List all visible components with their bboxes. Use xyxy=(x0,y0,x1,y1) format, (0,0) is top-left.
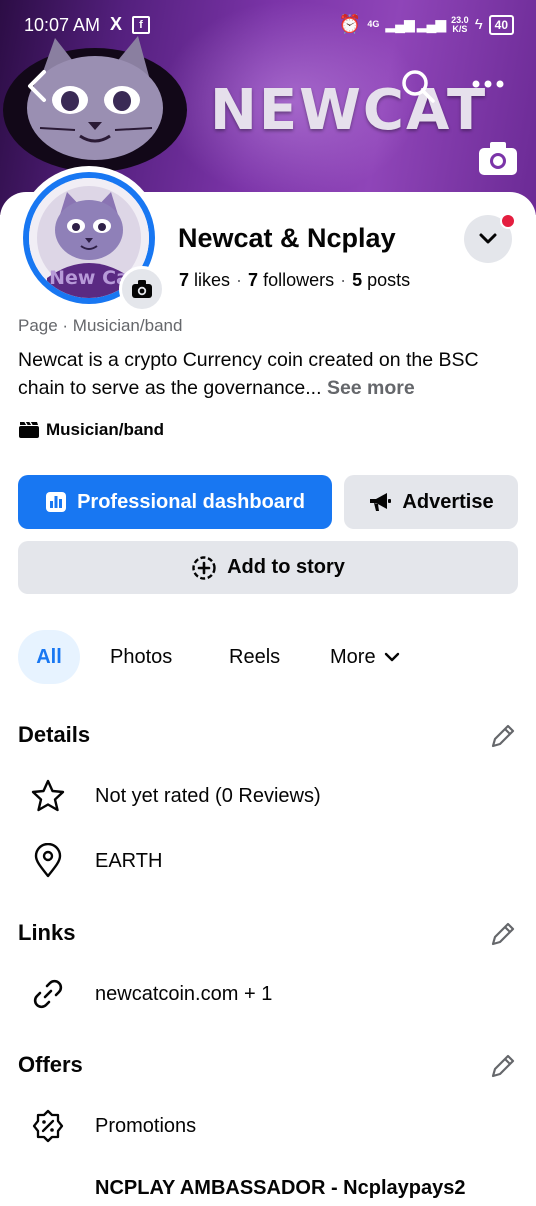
camera-icon xyxy=(132,280,152,298)
promotion-item-row[interactable]: NCPLAY AMBASSADOR - Ncplaypays2 xyxy=(30,1170,465,1206)
dashboard-label: Professional dashboard xyxy=(77,490,305,513)
promotion-badge-icon xyxy=(32,1109,64,1143)
page-type-row: Musician/band xyxy=(18,420,164,440)
followers-count: 7 xyxy=(248,270,259,290)
rating-row[interactable]: Not yet rated (0 Reviews) xyxy=(30,778,321,814)
add-story-icon xyxy=(192,555,216,580)
facebook-notification-icon: f xyxy=(132,16,150,34)
location-text: EARTH xyxy=(95,849,163,872)
likes-count: 7 xyxy=(179,270,190,290)
link-icon xyxy=(33,979,63,1009)
promotions-row[interactable]: Promotions xyxy=(30,1108,196,1144)
tab-more[interactable]: More xyxy=(330,630,400,684)
signal-icon: ▂▄▆ ▂▄▆ xyxy=(385,16,446,32)
chevron-down-icon xyxy=(384,652,399,662)
network-speed-unit: K/S xyxy=(452,23,468,34)
status-time: 10:07 AM xyxy=(24,15,101,35)
megaphone-icon xyxy=(370,493,392,511)
add-to-story-button[interactable]: Add to story xyxy=(18,541,518,594)
battery-level: 40 xyxy=(488,14,514,35)
charging-icon: ϟ xyxy=(474,16,483,33)
promotions-text: Promotions xyxy=(95,1114,197,1137)
advertise-button[interactable]: Advertise xyxy=(344,475,518,529)
notification-dot xyxy=(500,213,516,229)
network-type: 4G xyxy=(367,19,380,29)
location-pin-icon xyxy=(34,843,62,878)
followers-label[interactable]: followers xyxy=(263,270,334,290)
rating-text: Not yet rated (0 Reviews) xyxy=(95,784,321,807)
star-icon xyxy=(31,779,65,812)
avatar-text: New Ca xyxy=(49,267,129,289)
see-more-link[interactable]: See more xyxy=(327,377,415,399)
status-bar: 10:07 AM X f ⏰ 4G ▂▄▆ ▂▄▆ 23.0 K/S ϟ 40 xyxy=(0,0,536,54)
tab-all[interactable]: All xyxy=(18,630,80,684)
page-stats: 7 likes · 7 followers · 5 posts xyxy=(179,270,411,290)
edit-offers-pencil-icon[interactable] xyxy=(488,1051,518,1081)
status-right: ⏰ 4G ▂▄▆ ▂▄▆ 23.0 K/S ϟ 40 xyxy=(339,14,514,35)
search-icon[interactable] xyxy=(398,66,438,106)
promotion-item-name: NCPLAY AMBASSADOR - Ncplaypays2 xyxy=(95,1176,466,1199)
chevron-down-icon xyxy=(479,233,497,244)
add-to-story-label: Add to story xyxy=(227,556,345,578)
page-type-label: Musician/band xyxy=(46,420,165,439)
page-category: Page · Musician/band xyxy=(18,316,183,335)
edit-details-pencil-icon[interactable] xyxy=(488,721,518,751)
avatar-camera-button[interactable] xyxy=(119,266,165,312)
x-app-icon: X xyxy=(110,14,123,34)
website-row[interactable]: newcatcoin.com + 1 xyxy=(30,976,272,1012)
offers-heading: Offers xyxy=(18,1052,83,1077)
network-speed: 23.0 K/S xyxy=(451,15,469,34)
tab-reels[interactable]: Reels xyxy=(229,630,280,684)
posts-label[interactable]: posts xyxy=(367,270,410,290)
back-arrow-icon[interactable] xyxy=(22,66,54,106)
tab-photos[interactable]: Photos xyxy=(110,630,172,684)
page-title: Newcat & Ncplay xyxy=(178,223,396,253)
cover-brand-text: NEWCAT xyxy=(210,78,488,143)
links-heading: Links xyxy=(18,920,76,945)
edit-links-pencil-icon[interactable] xyxy=(488,919,518,949)
likes-label[interactable]: likes xyxy=(194,270,230,290)
page-bio: Newcat is a crypto Currency coin created… xyxy=(18,346,523,402)
clapperboard-icon xyxy=(19,421,39,438)
professional-dashboard-button[interactable]: Professional dashboard xyxy=(18,475,332,529)
location-row: EARTH xyxy=(30,843,162,879)
advertise-label: Advertise xyxy=(402,490,494,513)
dashboard-chart-icon xyxy=(46,492,67,512)
tab-more-label: More xyxy=(330,645,376,668)
posts-count: 5 xyxy=(352,270,363,290)
details-heading: Details xyxy=(18,722,91,747)
more-options-icon[interactable] xyxy=(470,74,506,94)
cover-camera-icon[interactable] xyxy=(476,138,520,178)
alarm-icon: ⏰ xyxy=(338,14,362,34)
website-text: newcatcoin.com + 1 xyxy=(95,982,273,1005)
profile-card xyxy=(0,192,536,1202)
